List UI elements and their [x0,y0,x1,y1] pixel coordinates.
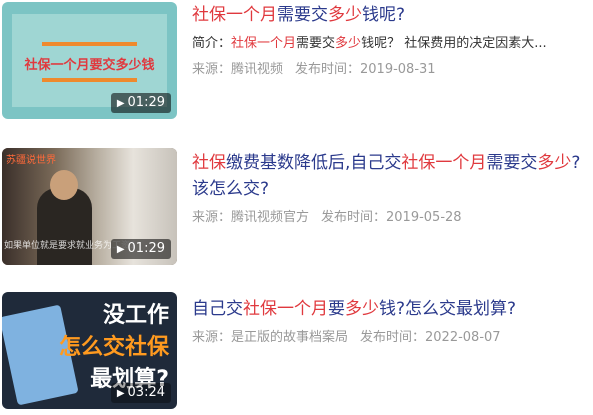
title-highlight: 社保 [192,153,226,173]
thumbnail-line-1: 没工作 [102,303,169,328]
title-text: 钱?怎么交最划算? [379,299,517,319]
decor-line [42,78,137,82]
channel-logo: 苏疆说世界 [6,155,56,166]
title-highlight: 多少 [345,299,379,319]
result-info: 社保缴费基数降低后,自己交社保一个月需要交多少?该怎么交? 来源：腾讯视频官方发… [192,150,587,228]
title-text: 自己交 [192,299,243,319]
title-text: 钱呢? [362,5,406,25]
video-thumbnail[interactable]: 社保一个月要交多少钱 ▶ 01:29 [2,2,177,119]
desc-text: 简介： [192,36,232,51]
duration-text: 03:24 [127,385,165,400]
title-highlight: 社保一个月 [243,299,328,319]
video-thumbnail[interactable]: 苏疆说世界 如果单位就是要求就业务为工资1 ▶ 01:29 [2,148,177,265]
duration-text: 01:29 [127,241,165,256]
publish-date: 发布时间：2019-08-31 [295,62,436,77]
title-text: 要 [328,299,345,319]
source-label: 来源：是正版的故事档案局 [192,330,349,345]
result-info: 社保一个月需要交多少钱呢? 简介：社保一个月需要交多少钱呢？ 社保费用的决定因素… [192,2,587,80]
title-highlight: 多少 [537,153,572,173]
video-result-3: 没工作 怎么交社保 最划算? ▶ 03:24 自己交社保一个月要多少钱?怎么交最划… [0,292,593,412]
publish-date: 发布时间：2019-05-28 [321,210,462,225]
result-title[interactable]: 社保缴费基数降低后,自己交社保一个月需要交多少?该怎么交? [192,150,587,202]
result-title[interactable]: 社保一个月需要交多少钱呢? [192,2,587,28]
result-meta: 来源：是正版的故事档案局 发布时间：2022-08-07 [192,328,587,348]
source-label: 来源：腾讯视频官方 [192,210,310,225]
title-highlight: 社保一个月 [401,153,487,173]
desc-highlight: 多少 [335,36,362,51]
video-thumbnail[interactable]: 没工作 怎么交社保 最划算? ▶ 03:24 [2,292,177,409]
decor-line [42,42,137,46]
thumbnail-caption: 社保一个月要交多少钱 [24,58,155,73]
duration-badge: ▶ 03:24 [110,383,171,403]
desc-text: 需要交 [296,36,336,51]
thumbnail-line-2: 怎么交社保 [58,335,169,360]
duration-badge: ▶ 01:29 [110,93,171,113]
play-icon: ▶ [116,98,125,109]
title-text: 需要交 [486,153,538,173]
result-meta: 来源：腾讯视频官方 发布时间：2019-05-28 [192,208,587,228]
result-meta: 来源：腾讯视频 发布时间：2019-08-31 [192,60,587,80]
title-text: 缴费基数降低后,自己交 [226,153,402,173]
publish-date: 发布时间：2022-08-07 [360,330,501,345]
video-result-1: 社保一个月要交多少钱 ▶ 01:29 社保一个月需要交多少钱呢? 简介：社保一个月… [0,2,593,122]
title-highlight: 社保一个月 [192,5,277,25]
play-icon: ▶ [116,244,125,255]
result-title[interactable]: 自己交社保一个月要多少钱?怎么交最划算? [192,296,587,322]
desc-highlight: 社保一个月 [231,36,297,51]
duration-text: 01:29 [127,95,165,110]
desc-text: 钱呢？ 社保费用的决定因素大... [361,36,547,51]
result-info: 自己交社保一个月要多少钱?怎么交最划算? 来源：是正版的故事档案局 发布时间：20… [192,296,587,348]
title-text: 需要交 [277,5,328,25]
title-highlight: 多少 [328,5,362,25]
play-icon: ▶ [116,388,125,399]
video-result-2: 苏疆说世界 如果单位就是要求就业务为工资1 ▶ 01:29 社保缴费基数降低后,自… [0,148,593,268]
duration-badge: ▶ 01:29 [110,239,171,259]
source-label: 来源：腾讯视频 [192,62,284,77]
thumbnail-person-head [50,170,78,200]
result-description: 简介：社保一个月需要交多少钱呢？ 社保费用的决定因素大... [192,34,587,54]
